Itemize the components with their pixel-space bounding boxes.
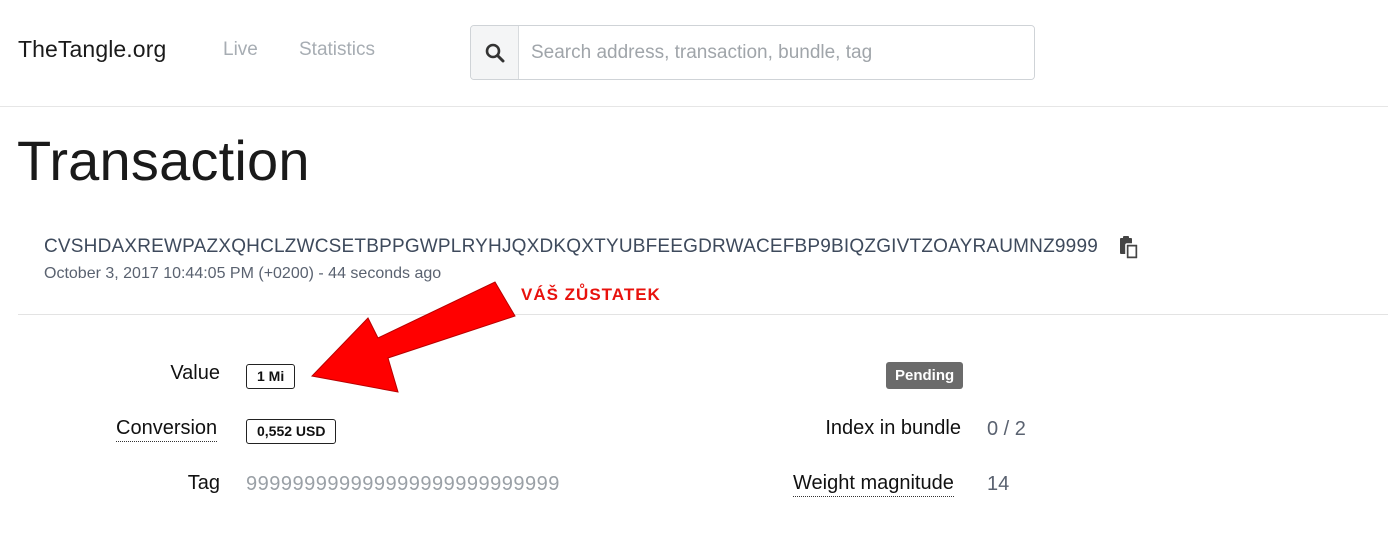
tag-value-link[interactable]: 999999999999999999999999999 [246, 473, 560, 496]
transaction-hash: CVSHDAXREWPAZXQHCLZWCSETBPPGWPLRYHJQXDKQ… [44, 236, 1098, 257]
weight-magnitude-label[interactable]: Weight magnitude [793, 472, 954, 497]
weight-magnitude-value: 14 [987, 473, 1010, 495]
status-badge: Pending [886, 362, 964, 389]
conversion-label[interactable]: Conversion [116, 417, 218, 442]
top-navbar: TheTangle.org Live Statistics [0, 0, 1388, 107]
annotation-label: VÁŠ ZŮSTATEK [521, 285, 661, 304]
nav-link-statistics[interactable]: Statistics [299, 39, 375, 61]
search-input[interactable] [519, 26, 1034, 79]
index-in-bundle-value: 0 / 2 [987, 418, 1026, 440]
section-divider [18, 314, 1388, 315]
brand-logo-link[interactable]: TheTangle.org [18, 36, 166, 63]
value-label: Value [170, 362, 220, 384]
nav-link-live[interactable]: Live [223, 39, 258, 61]
page-title: Transaction [17, 129, 310, 192]
index-in-bundle-label: Index in bundle [825, 417, 961, 439]
search-bar [470, 25, 1035, 80]
conversion-badge: 0,552 USD [246, 419, 337, 444]
copy-icon[interactable] [1118, 236, 1140, 260]
tag-label: Tag [187, 472, 220, 494]
value-badge: 1 Mi [246, 364, 296, 389]
red-arrow-annotation [310, 281, 516, 393]
search-button[interactable] [471, 26, 519, 79]
search-icon [485, 43, 504, 62]
